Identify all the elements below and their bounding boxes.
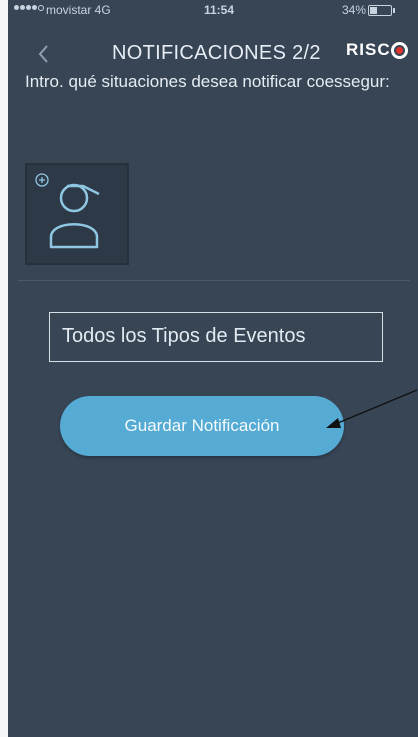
- carrier-label: movistar 4G: [46, 3, 111, 17]
- screenshot-edge: [0, 0, 8, 737]
- event-type-value: Todos los Tipos de Eventos: [62, 325, 306, 347]
- logo-text: RISC: [346, 40, 391, 59]
- status-bar: movistar 4G 11:54 34%: [8, 0, 418, 20]
- battery-icon: [368, 5, 395, 16]
- user-add-icon: [35, 173, 100, 249]
- back-button[interactable]: [28, 39, 58, 69]
- event-type-selector[interactable]: Todos los Tipos de Eventos: [49, 312, 383, 362]
- divider: [18, 280, 410, 281]
- intro-text: Intro. qué situaciones desea notificar c…: [25, 72, 390, 91]
- save-notification-label: Guardar Notificación: [124, 416, 280, 435]
- app-screen: movistar 4G 11:54 34% NOTIFICACIONES 2/2…: [8, 0, 418, 737]
- clock: 11:54: [204, 3, 235, 17]
- save-notification-button[interactable]: Guardar Notificación: [60, 396, 344, 456]
- logo-mark-icon: [390, 41, 408, 59]
- page-title: NOTIFICACIONES 2/2: [112, 42, 321, 64]
- battery-percentage: 34%: [342, 3, 367, 17]
- chevron-left-icon: [38, 45, 48, 63]
- add-user-button[interactable]: [25, 163, 129, 265]
- signal-strength-icon: [14, 5, 44, 11]
- risco-logo: RISC: [346, 40, 408, 60]
